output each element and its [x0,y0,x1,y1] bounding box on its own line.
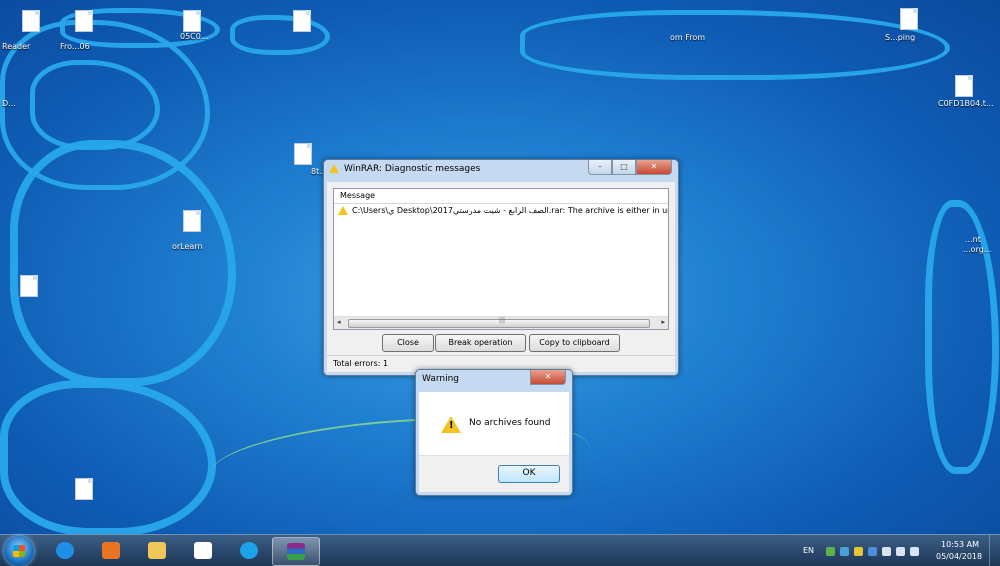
title-bar[interactable]: WinRAR: Diagnostic messages – □ ✕ [324,160,678,178]
action-center-flag-icon[interactable] [910,547,919,556]
desktop-icon-label: om From [670,33,706,42]
windows-logo-icon [13,545,25,557]
horizontal-scrollbar[interactable]: ◂ ▸ [334,316,668,329]
show-desktop-button[interactable] [989,535,1000,566]
message-list[interactable]: Message C:\Users\ي Desktop\الصف الرابع -… [333,188,669,330]
desktop-icon-label: 05C0... [180,32,209,41]
desktop-icon-label: orLearn [172,242,203,251]
desktop-file-icon[interactable] [22,10,40,32]
network-icon[interactable] [882,547,891,556]
dialog-title: Warning [422,374,460,384]
desktop-icon-label: ...nt [965,235,981,244]
tray-app-icon[interactable] [840,547,849,556]
warning-icon [338,206,348,215]
redaction-scribble [925,200,999,474]
taskbar-redacted-app[interactable] [180,537,226,564]
taskbar-internet-explorer[interactable] [42,537,88,564]
tray-app-icon[interactable] [868,547,877,556]
close-dialog-button[interactable]: ✕ [530,370,566,385]
break-operation-button[interactable]: Break operation [435,334,526,352]
redaction-scribble [520,10,950,80]
maximize-button[interactable]: □ [612,160,636,175]
clock-date[interactable]: 05/04/2018 [936,552,982,561]
desktop-file-icon[interactable] [183,10,201,32]
scroll-right-arrow-icon[interactable]: ▸ [661,318,665,326]
scroll-thumb[interactable] [348,317,650,328]
message-text: C:\Users\ي Desktop\الصف الرابع - شيت مدر… [352,206,668,215]
desktop-file-icon[interactable] [294,143,312,165]
close-button[interactable]: Close [382,334,434,352]
folder-icon [148,542,166,559]
message-row[interactable]: C:\Users\ي Desktop\الصف الرابع - شيت مدر… [334,204,668,217]
minimize-button[interactable]: – [588,160,612,175]
scroll-left-arrow-icon[interactable]: ◂ [337,318,341,326]
copy-to-clipboard-button[interactable]: Copy to clipboard [529,334,620,352]
desktop-file-icon[interactable] [293,10,311,32]
desktop-icon-label: Fro...06 [60,42,90,51]
desktop-icon-label: Reader [2,42,31,51]
warning-icon [329,164,339,173]
window-client-area: Message C:\Users\ي Desktop\الصف الرابع -… [327,182,675,372]
taskbar-winrar[interactable] [272,537,320,566]
desktop-icon-label: S...ping [885,33,916,42]
diagnostic-messages-window: WinRAR: Diagnostic messages – □ ✕ Messag… [323,159,679,376]
tray-app-icon[interactable] [826,547,835,556]
taskbar-explorer[interactable] [134,537,180,564]
redaction-scribble [10,140,236,386]
taskbar-media-player[interactable] [88,537,134,564]
media-player-icon [102,542,120,559]
winrar-icon [287,543,305,560]
skype-icon [240,542,258,559]
close-window-button[interactable]: ✕ [636,160,672,175]
dialog-button-area: OK [419,455,569,492]
desktop-file-icon[interactable] [955,75,973,97]
desktop-icon-label: D... [2,99,16,108]
desktop-file-icon[interactable] [900,8,918,30]
dialog-client-area: No archives found OK [419,392,569,492]
volume-icon[interactable] [896,547,905,556]
dialog-message: No archives found [469,418,551,428]
clock-time[interactable]: 10:53 AM [941,540,979,549]
taskbar-skype[interactable] [226,537,272,564]
column-header-message[interactable]: Message [334,189,668,204]
start-button[interactable] [4,536,34,566]
redacted-app-icon [194,542,212,559]
warning-icon [441,416,461,433]
desktop-icon-label: ...org... [963,245,992,254]
window-title: WinRAR: Diagnostic messages [344,164,481,174]
taskbar: EN 10:53 AM 05/04/2018 [0,534,1000,566]
desktop-file-icon[interactable] [20,275,38,297]
desktop-file-icon[interactable] [75,10,93,32]
tray-app-icon[interactable] [854,547,863,556]
ok-button[interactable]: OK [498,465,560,483]
internet-explorer-icon [56,542,74,559]
title-bar[interactable]: Warning ✕ [416,370,572,388]
desktop-icon-label: C0FD1B04.t... [938,99,994,108]
redaction-scribble [0,380,216,536]
warning-dialog: Warning ✕ No archives found OK [415,369,573,496]
desktop-file-icon[interactable] [75,478,93,500]
language-indicator[interactable]: EN [803,546,814,555]
redaction-scribble [230,15,330,55]
desktop-file-icon[interactable] [183,210,201,232]
